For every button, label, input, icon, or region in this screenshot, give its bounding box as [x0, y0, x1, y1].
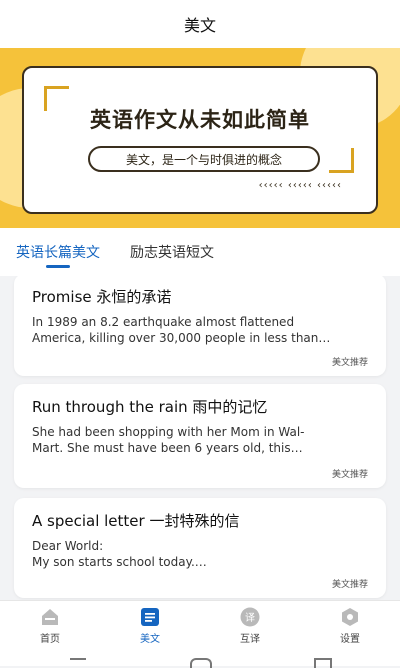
article-title: Run through the rain 雨中的记忆: [32, 398, 268, 416]
home-button-icon[interactable]: [190, 658, 212, 668]
category-tabs: 英语长篇美文 励志英语短文: [0, 228, 400, 276]
article-title: A special letter 一封特殊的信: [32, 512, 240, 530]
nav-label: 美文: [140, 633, 160, 645]
banner-tagline: 美文，是一个与时俱进的概念: [88, 146, 320, 172]
banner-card: 英语作文从未如此简单 美文，是一个与时俱进的概念 ‹‹‹‹‹ ‹‹‹‹‹ ‹‹‹…: [22, 66, 378, 214]
page-title: 美文: [183, 16, 216, 35]
tab-short-articles[interactable]: 励志英语短文: [115, 228, 229, 276]
article-card[interactable]: Run through the rain 雨中的记忆 She had been …: [14, 384, 386, 488]
back-icon[interactable]: [314, 658, 332, 668]
system-navigation-bar: [0, 648, 400, 668]
article-title: Promise 永恒的承诺: [32, 288, 172, 306]
article-card[interactable]: A special letter 一封特殊的信 Dear World: My s…: [14, 498, 386, 598]
promo-banner[interactable]: 英语作文从未如此简单 美文，是一个与时俱进的概念 ‹‹‹‹‹ ‹‹‹‹‹ ‹‹‹…: [0, 48, 400, 228]
nav-label: 设置: [340, 633, 360, 645]
nav-articles[interactable]: 美文: [100, 601, 200, 649]
settings-icon: [342, 607, 358, 626]
article-tag: 美文推荐: [331, 580, 368, 590]
nav-home[interactable]: 首页: [0, 601, 100, 649]
nav-translate[interactable]: 译 互译: [200, 601, 300, 649]
article-list[interactable]: Promise 永恒的承诺 In 1989 an 8.2 earthquake …: [0, 276, 400, 600]
bottom-navigation: 首页 美文 译 互译 设置: [0, 600, 400, 649]
corner-bracket-decoration: [329, 148, 354, 173]
article-excerpt: She had been shopping with her Mom in Wa…: [32, 425, 305, 455]
article-tag: 美文推荐: [331, 358, 368, 368]
article-icon: [141, 607, 159, 626]
article-excerpt: In 1989 an 8.2 earthquake almost flatten…: [32, 315, 331, 345]
banner-arrows-decoration: ‹‹‹‹‹ ‹‹‹‹‹ ‹‹‹‹‹: [258, 180, 342, 191]
banner-tagline-text: 美文，是一个与时俱进的概念: [125, 152, 282, 167]
home-icon: [42, 608, 58, 625]
tab-label: 英语长篇美文: [16, 245, 100, 261]
tab-label: 励志英语短文: [130, 245, 214, 261]
translate-icon-glyph: 译: [245, 612, 255, 624]
article-card[interactable]: Promise 永恒的承诺 In 1989 an 8.2 earthquake …: [14, 276, 386, 376]
article-excerpt: Dear World: My son starts school today.…: [32, 539, 207, 569]
translate-icon: 译: [240, 607, 260, 626]
tab-long-articles[interactable]: 英语长篇美文: [0, 228, 115, 276]
nav-settings[interactable]: 设置: [300, 601, 400, 649]
banner-headline: 英语作文从未如此简单: [90, 108, 310, 132]
nav-label: 互译: [240, 633, 260, 645]
article-tag: 美文推荐: [331, 470, 368, 480]
menu-icon[interactable]: [70, 658, 86, 668]
top-app-bar: 美文: [0, 0, 400, 48]
nav-label: 首页: [40, 633, 60, 645]
